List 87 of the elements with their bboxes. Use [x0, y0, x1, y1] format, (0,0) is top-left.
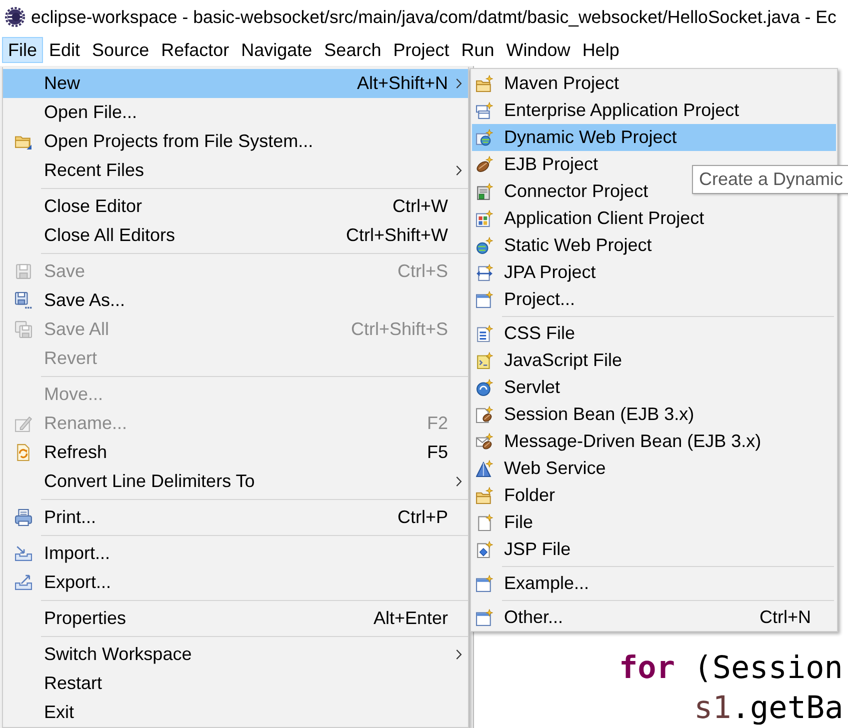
menu-item[interactable]: Close Editor Ctrl+W	[3, 192, 468, 221]
menu-bar-item[interactable]: Run	[455, 37, 500, 63]
globe-window-icon	[476, 129, 493, 146]
printer-icon	[15, 509, 32, 526]
menu-item[interactable]: Example...	[472, 570, 836, 597]
floppy-disks-icon	[15, 321, 32, 338]
menu-item[interactable]: Dynamic Web Project	[472, 124, 836, 151]
menu-item[interactable]: Restart	[3, 669, 468, 698]
menu-item[interactable]: Exit	[3, 698, 468, 727]
pencil-box-icon	[15, 415, 32, 432]
tooltip: Create a Dynamic	[692, 165, 848, 194]
menu-item[interactable]: Message-Driven Bean (EJB 3.x)	[472, 428, 836, 455]
menu-item[interactable]: Switch Workspace	[3, 640, 468, 669]
menu-item[interactable]: Open Projects from File System...	[3, 127, 468, 156]
menu-bar-item[interactable]: Window	[500, 37, 576, 63]
app-logo-icon	[5, 7, 25, 27]
menu-bar-item[interactable]: File	[2, 37, 44, 63]
code-line: s1.getBa	[694, 689, 844, 728]
arrows-window-icon	[476, 264, 493, 281]
lined-document-icon	[476, 325, 493, 342]
menu-item[interactable]: Recent Files	[3, 156, 468, 185]
menu-item[interactable]: Session Bean (EJB 3.x)	[472, 401, 836, 428]
bean-document-icon	[476, 406, 493, 423]
folder-icon	[15, 133, 32, 150]
menu-item[interactable]: Application Client Project	[472, 205, 836, 232]
menu-item[interactable]: CSS File	[472, 320, 836, 347]
menu-item[interactable]: Print... Ctrl+P	[3, 503, 468, 532]
menu-item[interactable]: Refresh F5	[3, 438, 468, 467]
tray-arrow-out-icon	[15, 574, 32, 591]
window-squares-icon	[476, 210, 493, 227]
connector-box-icon	[476, 183, 493, 200]
keyboard-shortcut: Alt+Shift+N	[356, 72, 448, 95]
menu-item[interactable]: Web Service	[472, 455, 836, 482]
menu-bar-item[interactable]: Edit	[43, 37, 86, 63]
menu-item[interactable]: Folder	[472, 482, 836, 509]
menu-item[interactable]: Maven Project	[472, 70, 836, 97]
window-title: eclipse-workspace - basic-websocket/src/main/java/com/datmt/basic_websocket/HelloSocket.java - Ec	[31, 6, 836, 29]
bean-icon	[476, 156, 493, 173]
bean-envelope-icon	[476, 433, 493, 450]
menu-item[interactable]: Save As...	[3, 286, 468, 315]
pyramid-icon	[476, 460, 493, 477]
menu-item[interactable]: Other... Ctrl+N	[472, 604, 836, 631]
window-icon	[476, 609, 493, 626]
document-icon	[476, 514, 493, 531]
menu-bar-item[interactable]: Project	[387, 37, 456, 63]
menu-bar-item[interactable]: Refactor	[155, 37, 236, 63]
folder-icon	[476, 75, 493, 92]
menu-item[interactable]: File	[472, 509, 836, 536]
menu-item[interactable]: JPA Project	[472, 259, 836, 286]
keyboard-shortcut: Alt+Enter	[373, 607, 448, 630]
menu-item[interactable]: Static Web Project	[472, 232, 836, 259]
refresh-icon	[15, 444, 32, 461]
window-icon	[476, 575, 493, 592]
keyboard-shortcut: Ctrl+Shift+S	[350, 318, 448, 341]
circle-badge-icon	[476, 379, 493, 396]
menu-item[interactable]: JavaScript File	[472, 347, 836, 374]
menu-item[interactable]: Project...	[472, 286, 836, 313]
keyboard-shortcut: Ctrl+Shift+W	[346, 224, 448, 247]
menu-item[interactable]: New Alt+Shift+N	[3, 69, 468, 98]
keyboard-shortcut: Ctrl+N	[759, 606, 811, 629]
keyboard-shortcut: F2	[426, 412, 448, 435]
code-line: for (Session	[619, 649, 843, 688]
window-stack-icon	[476, 102, 493, 119]
menu-item[interactable]: Properties Alt+Enter	[3, 604, 468, 633]
menu-item[interactable]: Open File...	[3, 98, 468, 127]
menu-item[interactable]: Servlet	[472, 374, 836, 401]
menu-item[interactable]: JSP File	[472, 536, 836, 563]
tray-arrow-in-icon	[15, 545, 32, 562]
globe-icon	[476, 237, 493, 254]
keyboard-shortcut: Ctrl+S	[397, 260, 448, 283]
keyboard-shortcut: F5	[426, 441, 448, 464]
menu-item[interactable]: Close All Editors Ctrl+Shift+W	[3, 221, 468, 250]
menu-item[interactable]: Import...	[3, 539, 468, 568]
menu-item[interactable]: Export...	[3, 568, 468, 597]
keyboard-shortcut: Ctrl+W	[392, 195, 448, 218]
menu-bar-item[interactable]: Help	[576, 37, 626, 63]
keyboard-shortcut: Ctrl+P	[397, 506, 448, 529]
window-icon	[476, 291, 493, 308]
script-document-icon	[476, 352, 493, 369]
folder-icon	[476, 487, 493, 504]
menu-bar-item[interactable]: Search	[318, 37, 388, 63]
menu-item[interactable]: Enterprise Application Project	[472, 97, 836, 124]
menu-bar-item[interactable]: Source	[86, 37, 156, 63]
floppy-disk-icon	[15, 292, 32, 309]
menu-bar-item[interactable]: Navigate	[235, 37, 318, 63]
menu-item[interactable]: Convert Line Delimiters To	[3, 467, 468, 496]
diamond-document-icon	[476, 541, 493, 558]
